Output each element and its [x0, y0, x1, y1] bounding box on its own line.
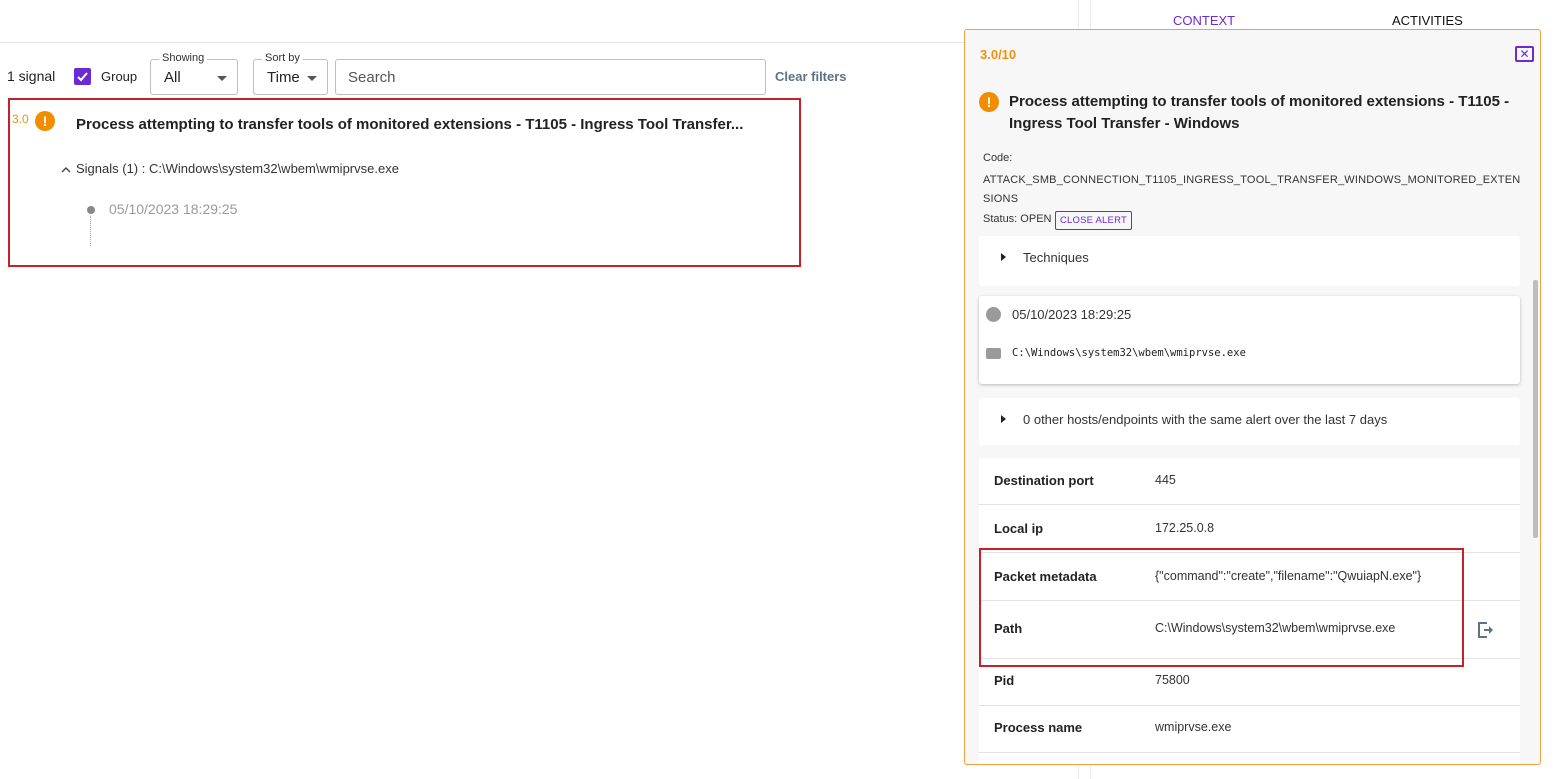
property-key: Destination port	[994, 473, 1094, 488]
showing-select[interactable]: Showing All	[150, 52, 238, 95]
tab-context[interactable]: CONTEXT	[1173, 13, 1235, 28]
status-text: Status: OPEN	[983, 213, 1052, 225]
timeline-line	[90, 216, 91, 246]
tab-activities[interactable]: ACTIVITIES	[1392, 13, 1463, 28]
techniques-section[interactable]: Techniques	[979, 236, 1520, 286]
sort-by-label: Sort by	[262, 52, 303, 64]
table-row: Destination port 445	[979, 458, 1520, 505]
property-key: Local ip	[994, 521, 1044, 536]
signals-summary[interactable]: Signals (1) : C:\Windows\system32\wbem\w…	[76, 161, 399, 176]
sort-by-select[interactable]: Sort by Time	[253, 52, 328, 95]
event-card: 05/10/2023 18:29:25 C:\Windows\system32\…	[979, 296, 1520, 384]
techniques-label: Techniques	[1023, 250, 1089, 265]
highlight-annotation	[979, 548, 1464, 667]
clear-filters-link[interactable]: Clear filters	[775, 69, 847, 84]
sort-by-value: Time	[267, 69, 300, 86]
chevron-up-icon[interactable]	[61, 165, 71, 175]
warning-icon: !	[979, 92, 999, 112]
property-value: 445	[1155, 473, 1176, 487]
other-hosts-section[interactable]: 0 other hosts/endpoints with the same al…	[979, 398, 1520, 445]
signal-count: 1 signal	[7, 68, 56, 84]
table-row: Process name wmiprvse.exe	[979, 706, 1520, 753]
property-value: 75800	[1155, 673, 1190, 687]
alert-title: Process attempting to transfer tools of …	[1009, 93, 1510, 132]
code-label: Code:	[983, 152, 1013, 164]
property-value: wmiprvse.exe	[1155, 720, 1232, 734]
chevron-down-icon	[217, 76, 227, 81]
panel-scrollbar[interactable]	[1533, 280, 1538, 538]
table-row: Local ip 172.25.0.8	[979, 505, 1520, 553]
other-hosts-label: 0 other hosts/endpoints with the same al…	[1023, 412, 1388, 427]
signal-score: 3.0	[12, 112, 29, 126]
timeline-dot	[87, 206, 95, 214]
header-divider	[0, 42, 1078, 43]
signal-timestamp[interactable]: 05/10/2023 18:29:25	[109, 201, 237, 217]
check-icon	[77, 72, 88, 82]
property-key: Pid	[994, 673, 1015, 688]
signal-title[interactable]: Process attempting to transfer tools of …	[76, 116, 743, 133]
showing-value: All	[164, 69, 181, 86]
close-panel-button[interactable]: ✕	[1515, 46, 1534, 62]
code-value: ATTACK_SMB_CONNECTION_T1105_INGRESS_TOOL…	[983, 174, 1521, 205]
property-value: 172.25.0.8	[1155, 521, 1215, 535]
showing-label: Showing	[159, 52, 208, 64]
caret-right-icon	[1001, 415, 1006, 423]
search-input[interactable]	[335, 59, 766, 95]
group-label: Group	[101, 69, 138, 84]
property-key: Process name	[994, 720, 1083, 735]
close-alert-button[interactable]: CLOSE ALERT	[1055, 211, 1132, 230]
chevron-down-icon	[307, 76, 317, 81]
signal-card[interactable]: 3.0 ! Process attempting to transfer too…	[8, 98, 801, 267]
warning-icon: !	[35, 111, 55, 131]
keyboard-icon	[986, 348, 1001, 359]
open-external-icon[interactable]	[1476, 621, 1496, 639]
group-checkbox[interactable]	[74, 68, 91, 85]
event-path: C:\Windows\system32\wbem\wmiprvse.exe	[1012, 347, 1246, 359]
event-time: 05/10/2023 18:29:25	[1012, 307, 1132, 322]
clock-icon	[986, 307, 1001, 322]
caret-right-icon	[1001, 253, 1006, 261]
panel-score: 3.0/10	[980, 47, 1017, 62]
